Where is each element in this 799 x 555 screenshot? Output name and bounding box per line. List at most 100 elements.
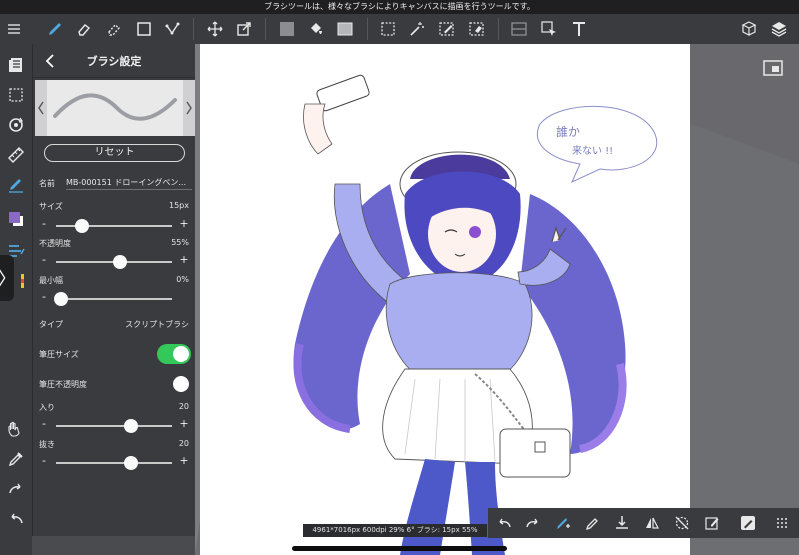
opacity-slider[interactable]: - + (39, 253, 189, 269)
exit-decrease-button[interactable]: - (39, 454, 49, 467)
svg-text:誰か: 誰か (556, 124, 580, 139)
rotate-reset-icon[interactable] (671, 512, 693, 534)
min-width-track (56, 298, 172, 300)
polyline-icon[interactable] (162, 18, 184, 40)
toggle-knob (173, 376, 189, 392)
magic-wand-icon[interactable] (406, 18, 428, 40)
opacity-decrease-button[interactable]: - (39, 253, 49, 266)
eraser-icon[interactable] (73, 18, 95, 40)
drawing-canvas[interactable]: 誰か 来ない !! (200, 44, 690, 555)
prev-brush-button[interactable] (35, 80, 47, 136)
opacity-knob[interactable] (112, 255, 127, 269)
panel-toggle-label: 〉 (0, 265, 16, 291)
exit-slider[interactable]: - + (39, 454, 189, 470)
panel-header: ブラシ設定 (33, 44, 195, 78)
type-label: タイプ (39, 320, 63, 329)
reset-button[interactable]: リセット (44, 144, 185, 162)
redo-icon[interactable] (5, 478, 27, 500)
entry-decrease-button[interactable]: - (39, 417, 49, 430)
ruler-icon[interactable] (5, 144, 27, 166)
brush-name-field[interactable]: MB-000151 ドローイングペン... (66, 177, 192, 190)
bottom-toolbar (488, 508, 799, 538)
size-value: 15px (169, 201, 189, 210)
status-message: ブラシツールは、様々なブラシによりキャンバスに描画を行うツールです。 (264, 2, 535, 11)
rectangle-icon[interactable] (133, 18, 155, 40)
bucket-icon[interactable] (305, 18, 327, 40)
min-width-decrease-button[interactable]: - (39, 290, 49, 303)
brush-settings-panel: ブラシ設定 リセット 名前 MB-000151 ドローイングペン... サイズ … (32, 44, 195, 536)
move-icon[interactable] (204, 18, 226, 40)
undo-icon[interactable] (493, 512, 515, 534)
min-width-knob[interactable] (53, 292, 68, 306)
pen-icon[interactable] (582, 512, 604, 534)
marquee-icon[interactable] (377, 18, 399, 40)
cursor-select-icon[interactable] (538, 18, 560, 40)
text-icon[interactable] (568, 18, 590, 40)
opacity-increase-button[interactable]: + (179, 253, 189, 266)
entry-track (56, 425, 172, 427)
type-value[interactable]: スクリプトブラシ (125, 319, 189, 330)
entry-slider[interactable]: - + (39, 417, 189, 433)
panel-title: ブラシ設定 (86, 55, 142, 68)
brush-stroke-sample (53, 93, 177, 121)
size-knob[interactable] (74, 219, 89, 233)
grid-icon[interactable] (508, 18, 530, 40)
flip-icon[interactable] (641, 512, 663, 534)
edit-icon[interactable] (701, 512, 723, 534)
materials-icon[interactable] (738, 18, 760, 40)
pressure-size-toggle[interactable] (157, 344, 191, 364)
entry-increase-button[interactable]: + (179, 417, 189, 430)
blur-eraser-icon[interactable] (103, 18, 125, 40)
svg-text:来ない !!: 来ない !! (572, 145, 613, 157)
min-width-label: 最小幅 (39, 276, 63, 285)
size-slider[interactable]: - + (39, 217, 189, 233)
select-pen-icon[interactable] (436, 18, 458, 40)
top-toolbar (0, 14, 799, 44)
canvas-workspace[interactable]: 誰か 来ない !! (195, 44, 799, 555)
import-icon[interactable] (611, 512, 633, 534)
fill-brush-icon[interactable] (5, 174, 27, 196)
undo-icon[interactable] (5, 508, 27, 530)
color-fill-icon[interactable] (276, 18, 298, 40)
min-width-value: 0% (176, 275, 189, 284)
menu-icon[interactable] (3, 18, 25, 40)
exit-knob[interactable] (124, 456, 139, 470)
layers-icon[interactable] (768, 18, 790, 40)
size-decrease-button[interactable]: - (39, 217, 49, 230)
pressure-size-label: 筆圧サイズ (39, 350, 79, 359)
select-eraser-icon[interactable] (466, 18, 488, 40)
transform-icon[interactable] (233, 18, 255, 40)
exit-value: 20 (178, 439, 189, 448)
size-increase-button[interactable]: + (179, 217, 189, 230)
selection-icon[interactable] (5, 84, 27, 106)
exit-increase-button[interactable]: + (179, 454, 189, 467)
canvas-info: 4961*7016px 600dpi 29% 6° ブラシ: 15px 55% (303, 524, 487, 537)
entry-knob[interactable] (124, 419, 139, 433)
brush-tool-icon[interactable] (44, 18, 66, 40)
entry-label: 入り (39, 403, 55, 412)
redo-icon[interactable] (522, 512, 544, 534)
next-brush-button[interactable] (183, 80, 195, 136)
fullscreen-icon (763, 60, 783, 76)
pressure-opacity-toggle[interactable] (157, 374, 191, 394)
status-bar: ブラシツールは、様々なブラシによりキャンバスに描画を行うツールです。 (0, 0, 799, 14)
panel-toggle-tab[interactable]: 〉 (0, 255, 16, 301)
hand-icon[interactable] (5, 418, 27, 440)
eyedropper-icon[interactable] (5, 448, 27, 470)
home-indicator[interactable] (292, 546, 507, 551)
name-label: 名前 (39, 179, 55, 188)
entry-value: 20 (178, 402, 189, 411)
brush-settings-icon[interactable] (552, 512, 574, 534)
gradient-icon[interactable] (334, 18, 356, 40)
size-label: サイズ (39, 202, 63, 211)
fullscreen-button[interactable] (760, 57, 786, 79)
min-width-slider[interactable]: - (39, 290, 189, 306)
pressure-opacity-label: 筆圧不透明度 (39, 380, 87, 389)
opacity-label: 不透明度 (39, 239, 71, 248)
grid-dots-icon[interactable] (771, 512, 793, 534)
color-swatch-icon[interactable] (5, 208, 27, 230)
artwork-illustration: 誰か 来ない !! (293, 74, 658, 555)
rotate-icon[interactable] (5, 114, 27, 136)
snapshot-icon[interactable] (737, 512, 759, 534)
layers-list-icon[interactable] (5, 54, 27, 76)
